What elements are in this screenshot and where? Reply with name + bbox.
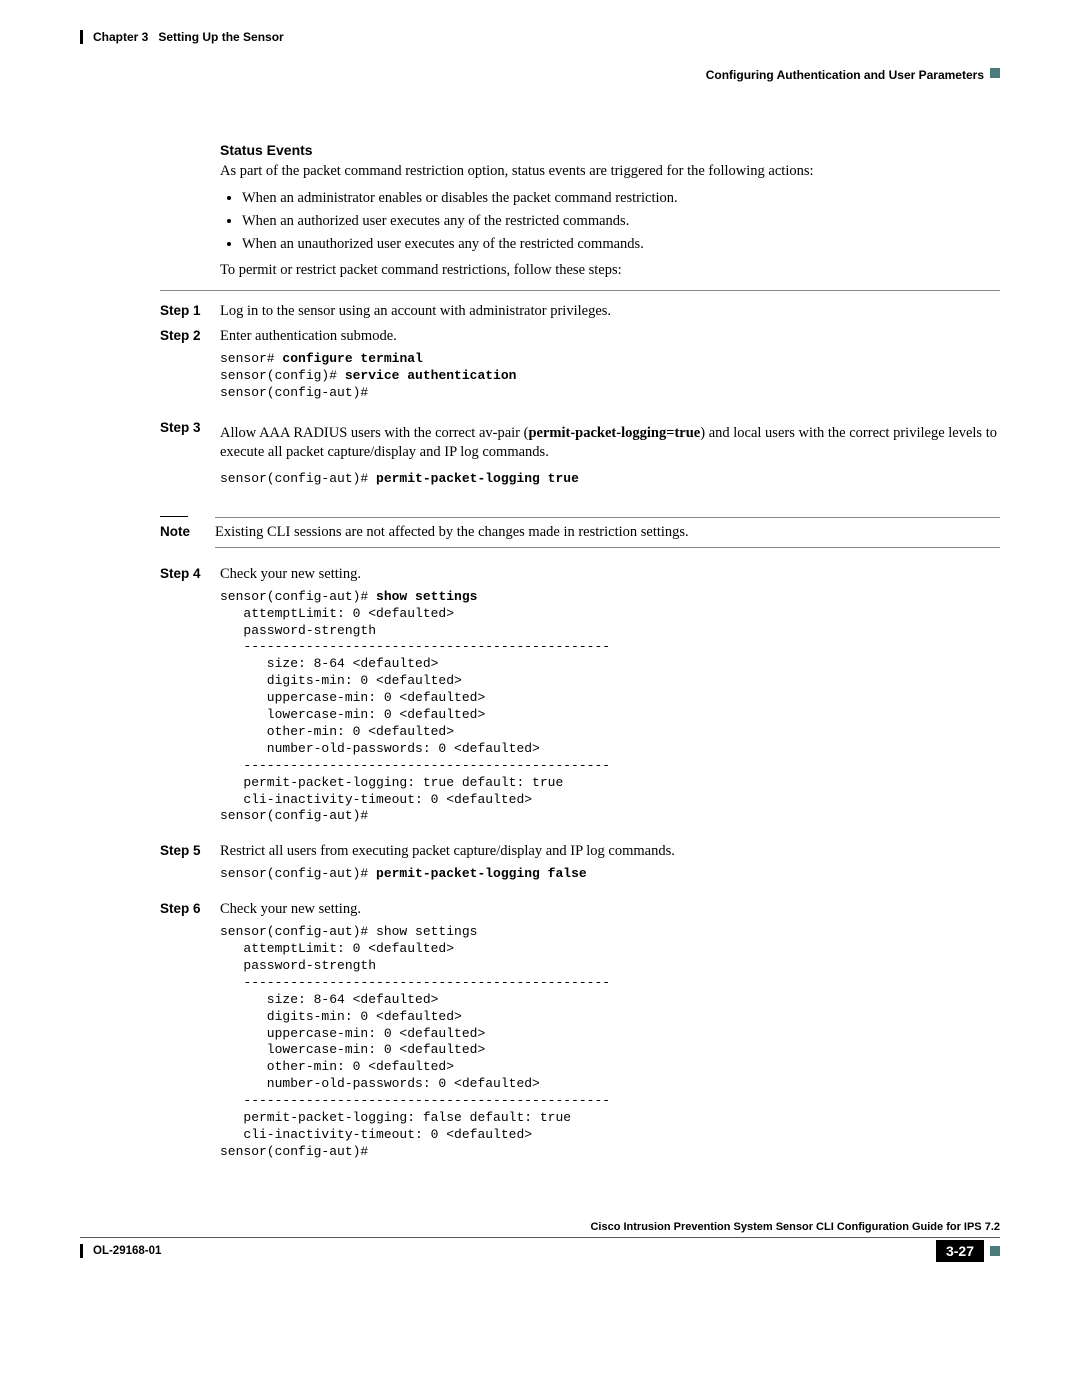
step-label: Step 1 [160,303,220,320]
note-block: Note Existing CLI sessions are not affec… [160,516,1000,548]
page-footer: Cisco Intrusion Prevention System Sensor… [80,1221,1000,1263]
step-text: Restrict all users from executing packet… [220,843,1000,860]
step-label: Step 3 [160,420,220,498]
footer-doc-title: Cisco Intrusion Prevention System Sensor… [80,1221,1000,1233]
footer-square-icon [990,1246,1000,1256]
step-5: Step 5 Restrict all users from executing… [160,843,1000,893]
step-label: Step 6 [160,901,220,1170]
header-tick-icon [80,30,83,44]
code-block: sensor# configure terminal sensor(config… [220,351,1000,402]
step-label: Step 5 [160,843,220,893]
intro-paragraph: As part of the packet command restrictio… [220,162,1000,182]
list-item: When an administrator enables or disable… [242,190,1000,207]
step-text: Check your new setting. [220,566,1000,583]
step-3: Step 3 Allow AAA RADIUS users with the c… [160,420,1000,498]
step-text: Log in to the sensor using an account wi… [220,303,1000,320]
chapter-title: Setting Up the Sensor [158,30,283,44]
step-2: Step 2 Enter authentication submode. sen… [160,328,1000,412]
step-text: Check your new setting. [220,901,1000,918]
code-block: sensor(config-aut)# permit-packet-loggin… [220,866,1000,883]
page-number-badge: 3-27 [936,1240,984,1262]
footer-tick-icon [80,1244,83,1258]
list-item: When an authorized user executes any of … [242,213,1000,230]
footer-doc-id: OL-29168-01 [93,1245,161,1257]
section-title: Configuring Authentication and User Para… [706,68,984,82]
note-label: Note [160,524,215,541]
step-label: Step 2 [160,328,220,412]
lead-paragraph: To permit or restrict packet command res… [220,261,1000,281]
step-6: Step 6 Check your new setting. sensor(co… [160,901,1000,1170]
page-header: Chapter 3 Setting Up the Sensor [80,30,1000,44]
step-text: Allow AAA RADIUS users with the correct … [220,424,1000,463]
chapter-number: Chapter 3 [93,30,148,44]
step-label: Step 4 [160,566,220,835]
step-4: Step 4 Check your new setting. sensor(co… [160,566,1000,835]
note-text: Existing CLI sessions are not affected b… [215,524,1000,541]
header-square-icon [990,68,1000,78]
code-block: sensor(config-aut)# permit-packet-loggin… [220,471,1000,488]
section-heading: Status Events [220,142,1000,158]
step-1: Step 1 Log in to the sensor using an acc… [160,303,1000,320]
steps-divider [160,290,1000,291]
step-text: Enter authentication submode. [220,328,1000,345]
code-block: sensor(config-aut)# show settings attemp… [220,924,1000,1160]
list-item: When an unauthorized user executes any o… [242,236,1000,253]
bullet-list: When an administrator enables or disable… [220,190,1000,253]
code-block: sensor(config-aut)# show settings attemp… [220,589,1000,825]
